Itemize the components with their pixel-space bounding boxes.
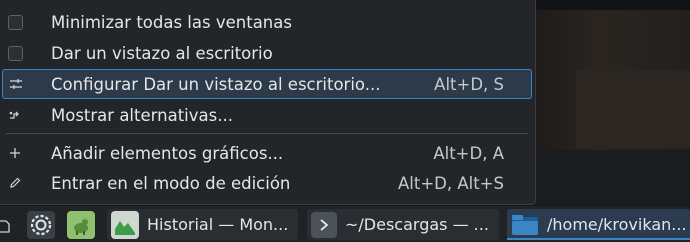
menu-item-label: Minimizar todas las ventanas — [51, 12, 292, 32]
menu-item-peek-desktop[interactable]: Dar un vistazo al escritorio — [2, 38, 532, 68]
folder-icon — [511, 211, 539, 239]
task-label: ~/Descargas — ... — [345, 215, 489, 234]
menu-item-shortcut: Alt+D, Alt+S — [397, 173, 504, 193]
menu-item-show-alternatives[interactable]: Mostrar alternativas... — [2, 100, 532, 130]
task-label: /home/krovikan... — [547, 215, 687, 234]
task-file-manager[interactable]: /home/krovikan... — [507, 209, 690, 240]
settings-launcher[interactable] — [27, 209, 55, 240]
green-app-icon — [67, 210, 95, 239]
terminal-icon — [311, 211, 337, 238]
menu-item-label: Configurar Dar un vistazo al escritorio.… — [51, 74, 381, 94]
menu-item-configure-peek[interactable]: Configurar Dar un vistazo al escritorio.… — [2, 69, 532, 99]
checkbox-icon[interactable] — [6, 13, 24, 31]
system-monitor-icon — [111, 210, 139, 239]
configure-icon — [7, 75, 25, 93]
task-system-monitor[interactable]: Historial — Mon... — [107, 209, 298, 240]
add-icon — [6, 144, 24, 162]
menu-item-label: Añadir elementos gráficos... — [51, 143, 284, 163]
menu-item-label: Entrar en el modo de edición — [51, 173, 291, 193]
show-desktop-icon[interactable] — [0, 209, 12, 240]
taskbar: Historial — Mon... ~/Descargas — ... /ho… — [0, 205, 690, 242]
task-label: Historial — Mon... — [147, 215, 289, 234]
menu-item-label: Dar un vistazo al escritorio — [51, 43, 273, 63]
task-terminal[interactable]: ~/Descargas — ... — [307, 209, 499, 240]
menu-item-edit-mode[interactable]: Entrar en el modo de edición Alt+D, Alt+… — [2, 168, 532, 198]
alternatives-icon — [6, 106, 24, 124]
menu-item-label: Mostrar alternativas... — [51, 105, 233, 125]
checkbox-icon[interactable] — [6, 44, 24, 62]
app-launcher[interactable] — [67, 209, 95, 240]
menu-item-add-widgets[interactable]: Añadir elementos gráficos... Alt+D, A — [2, 138, 532, 168]
menu-separator — [6, 133, 528, 134]
gear-icon — [27, 210, 55, 239]
menu-item-minimize-all[interactable]: Minimizar todas las ventanas — [2, 7, 532, 37]
context-menu: Minimizar todas las ventanas Dar un vist… — [0, 0, 536, 205]
menu-item-shortcut: Alt+D, S — [434, 74, 504, 94]
menu-item-shortcut: Alt+D, A — [433, 143, 504, 163]
desktop-background — [536, 0, 690, 205]
edit-icon — [6, 174, 24, 192]
